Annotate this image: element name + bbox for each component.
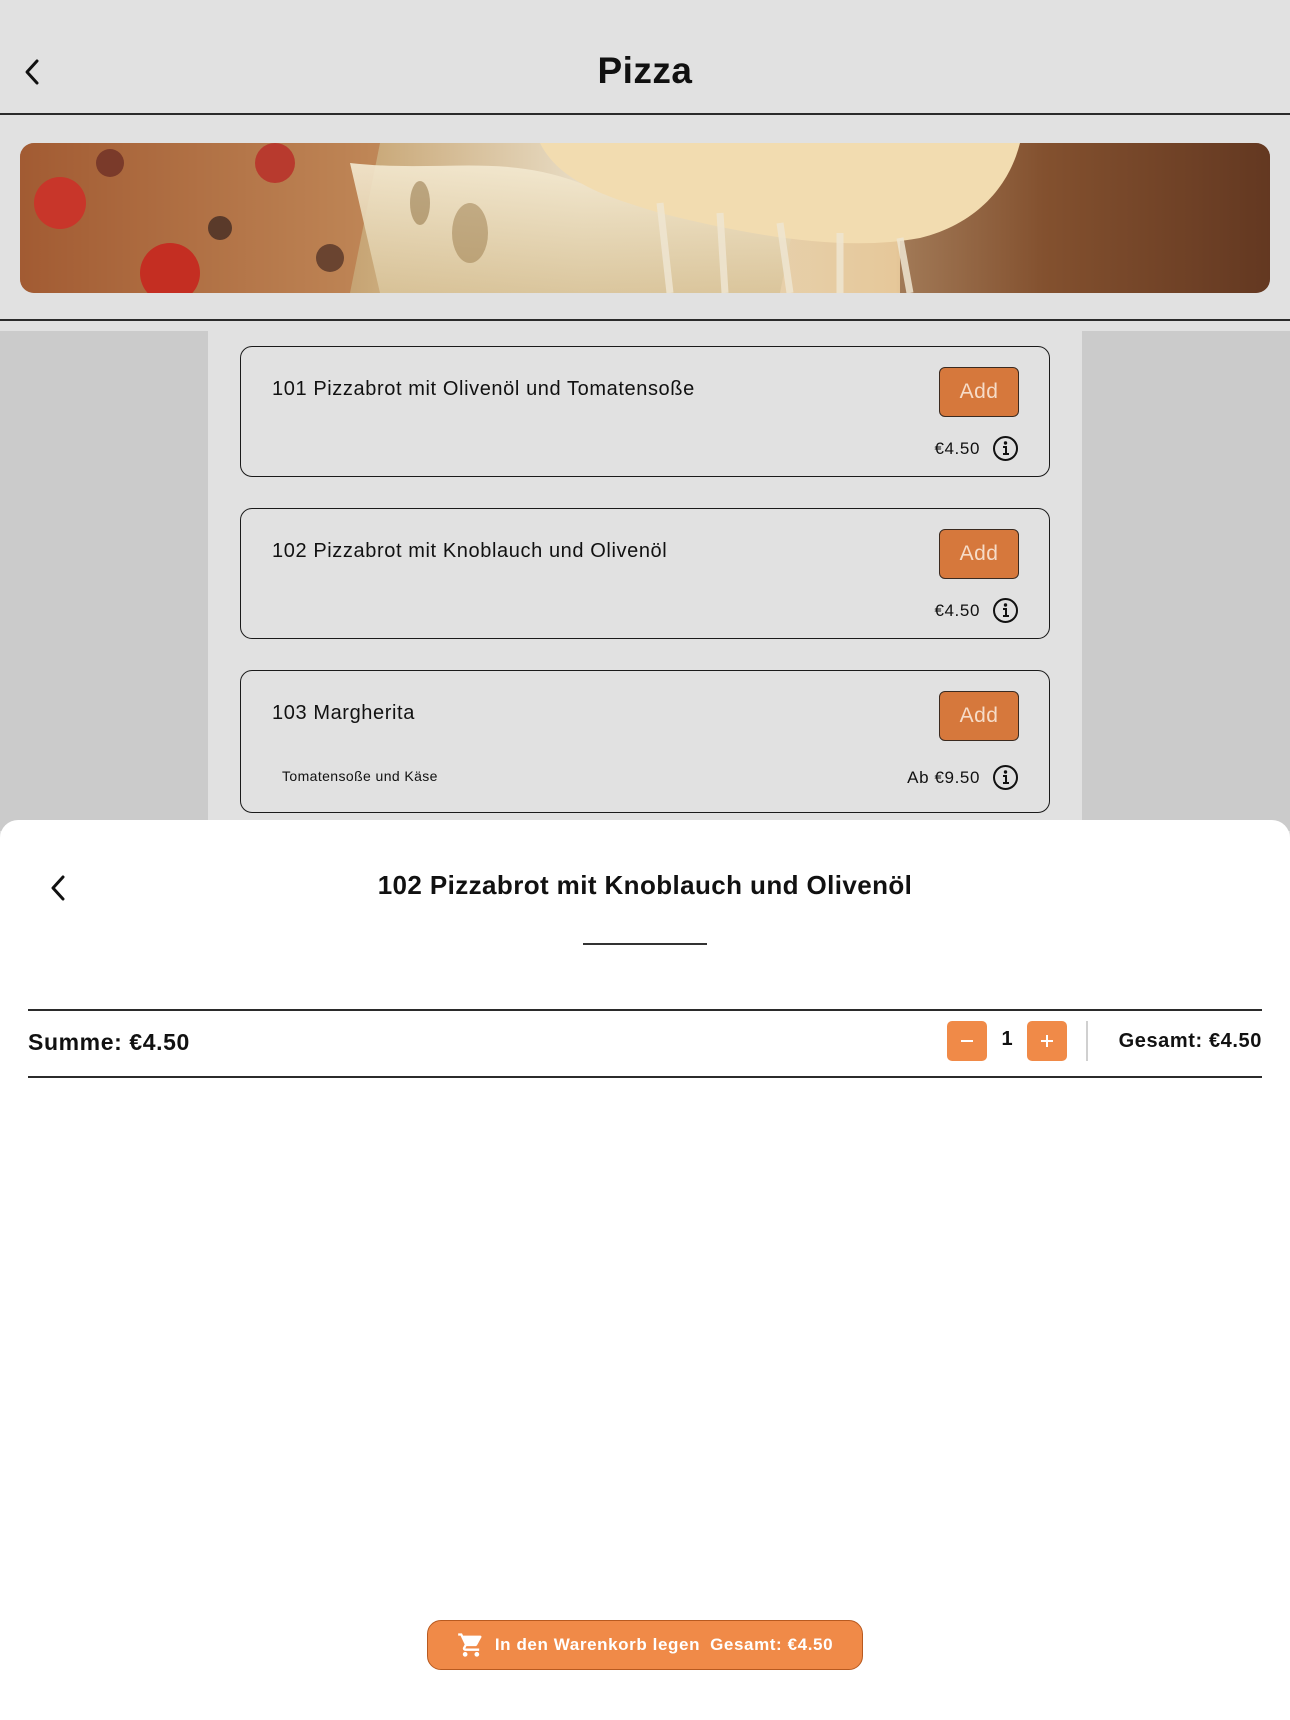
menu-item-name: 103 Margherita bbox=[272, 702, 415, 724]
minus-icon bbox=[961, 1040, 973, 1042]
banner-divider bbox=[0, 319, 1290, 321]
menu-item-card[interactable]: 103 Margherita Tomatensoße und Käse Add … bbox=[240, 670, 1050, 813]
item-detail-sheet: 102 Pizzabrot mit Knoblauch und Olivenöl… bbox=[0, 820, 1290, 1720]
top-bar: Pizza bbox=[0, 0, 1290, 115]
add-button[interactable]: Add bbox=[939, 691, 1019, 741]
info-icon[interactable] bbox=[992, 597, 1019, 624]
quantity-increase-button[interactable] bbox=[1027, 1021, 1067, 1061]
add-button[interactable]: Add bbox=[939, 367, 1019, 417]
menu-item-name: 102 Pizzabrot mit Knoblauch und Olivenöl bbox=[272, 540, 668, 562]
menu-item-name: 101 Pizzabrot mit Olivenöl und Tomatenso… bbox=[272, 378, 695, 400]
price-row: Ab €9.50 bbox=[907, 764, 1019, 791]
shopping-cart-icon bbox=[457, 1631, 485, 1659]
page-title: Pizza bbox=[597, 50, 693, 91]
add-to-cart-button[interactable]: In den Warenkorb legen Gesamt: €4.50 bbox=[427, 1620, 863, 1670]
total-label: Gesamt: €4.50 bbox=[1118, 1030, 1262, 1052]
menu-item-description: Tomatensoße und Käse bbox=[282, 768, 438, 784]
left-side-panel bbox=[0, 331, 208, 831]
price-row: €4.50 bbox=[934, 597, 1019, 624]
menu-item-price: Ab €9.50 bbox=[907, 767, 980, 787]
add-button[interactable]: Add bbox=[939, 529, 1019, 579]
info-icon[interactable] bbox=[992, 435, 1019, 462]
category-banner-image bbox=[20, 143, 1270, 293]
quantity-value: 1 bbox=[1001, 1028, 1013, 1050]
price-row: €4.50 bbox=[934, 435, 1019, 462]
add-to-cart-total: Gesamt: €4.50 bbox=[710, 1635, 834, 1654]
sheet-title: 102 Pizzabrot mit Knoblauch und Olivenöl bbox=[377, 870, 913, 900]
menu-item-price: €4.50 bbox=[934, 600, 980, 620]
menu-item-price: €4.50 bbox=[934, 438, 980, 458]
menu-item-card[interactable]: 101 Pizzabrot mit Olivenöl und Tomatenso… bbox=[240, 346, 1050, 477]
menu-item-card[interactable]: 102 Pizzabrot mit Knoblauch und Olivenöl… bbox=[240, 508, 1050, 639]
add-to-cart-label: In den Warenkorb legen bbox=[494, 1635, 701, 1654]
plus-icon bbox=[1041, 1035, 1053, 1047]
order-summary-bar: Summe: €4.50 1 Gesamt: €4.50 bbox=[28, 1009, 1262, 1078]
subtotal-label: Summe: €4.50 bbox=[28, 1029, 190, 1055]
sheet-divider bbox=[583, 943, 707, 945]
quantity-decrease-button[interactable] bbox=[947, 1021, 987, 1061]
right-side-panel bbox=[1082, 331, 1290, 831]
quantity-divider bbox=[1086, 1021, 1088, 1061]
info-icon[interactable] bbox=[992, 764, 1019, 791]
